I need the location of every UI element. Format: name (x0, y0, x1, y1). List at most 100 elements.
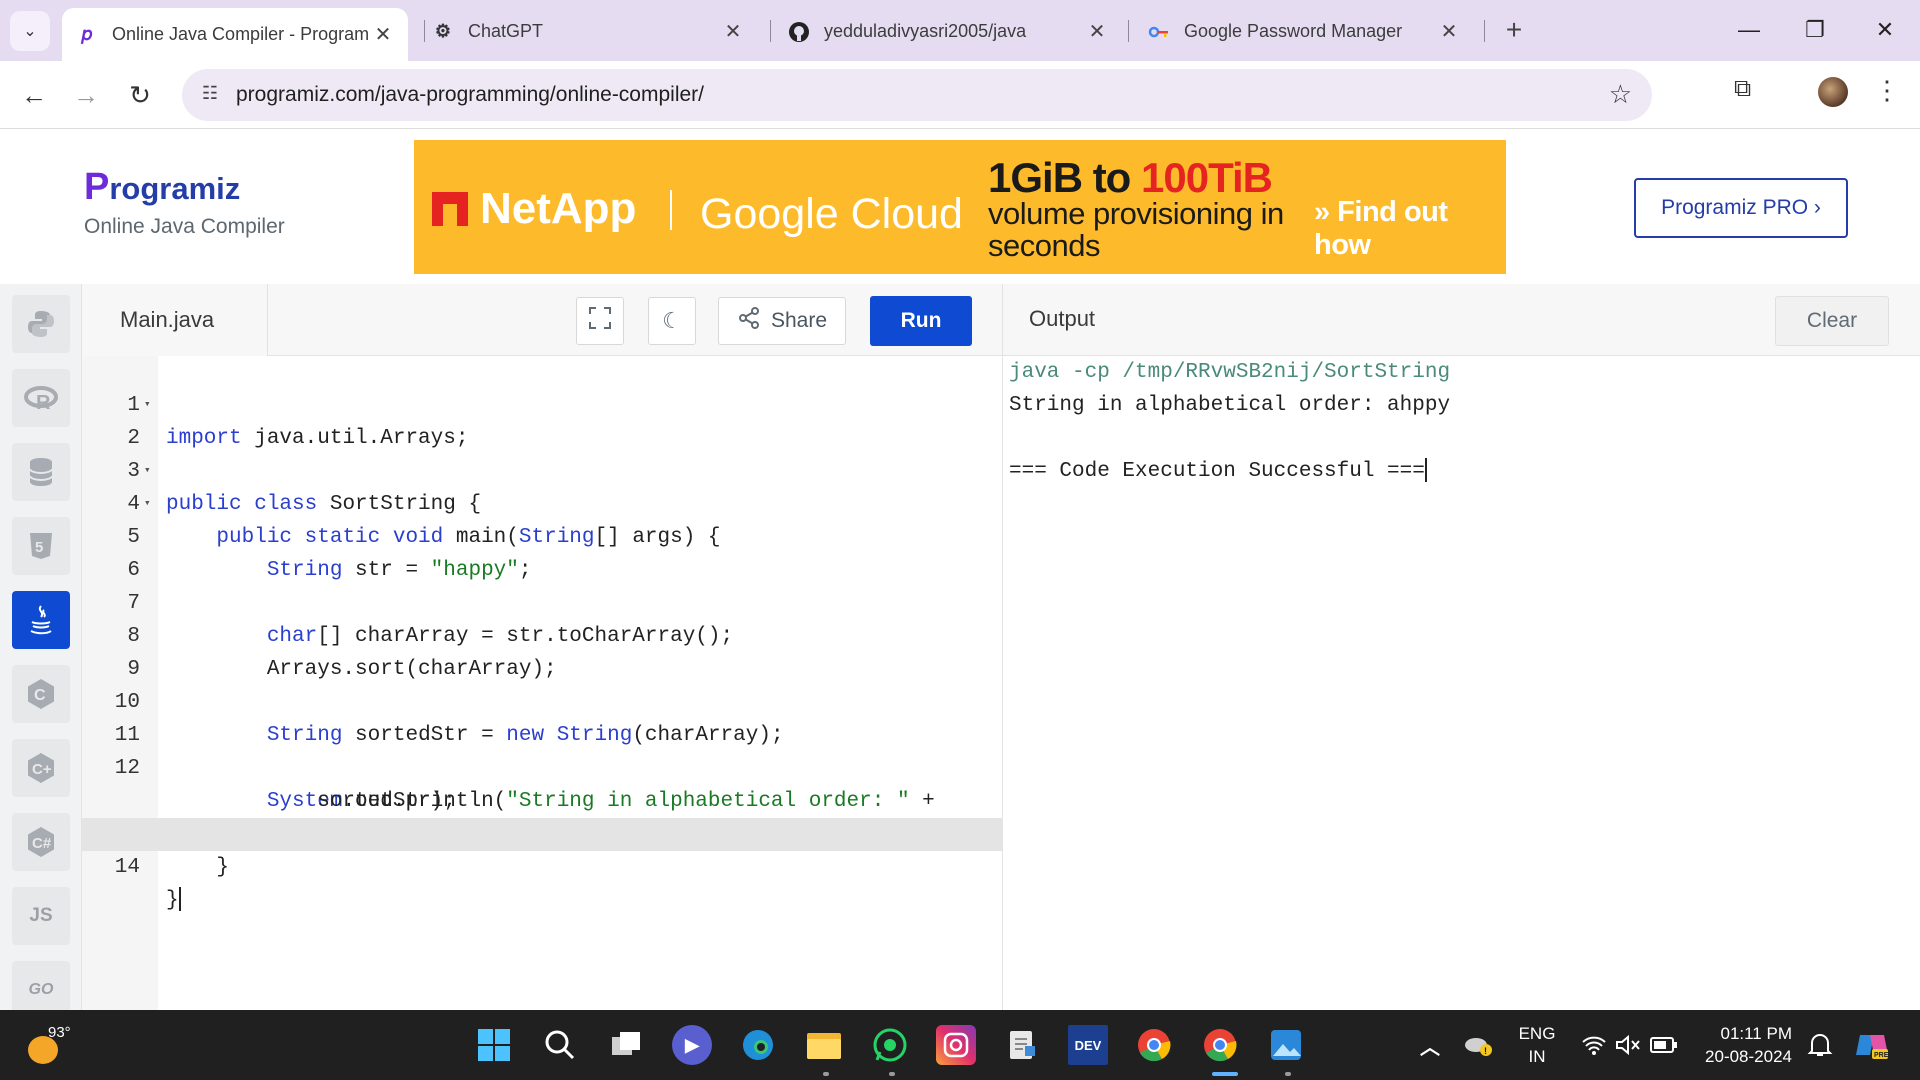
file-tab-main-java[interactable]: Main.java (82, 284, 268, 356)
code-text: } (166, 856, 230, 879)
html-lang-icon[interactable]: 5 (12, 517, 70, 575)
code-line-current[interactable]: 14 } (82, 818, 1002, 912)
instagram-icon[interactable] (936, 1025, 976, 1065)
language-code: ENG (1518, 1024, 1556, 1043)
clock-time: 01:11 PM (1720, 1024, 1792, 1043)
search-icon[interactable] (540, 1025, 580, 1065)
close-window-button[interactable]: ✕ (1862, 12, 1908, 48)
sql-lang-icon[interactable] (12, 443, 70, 501)
forward-button[interactable]: → (66, 75, 106, 115)
status-text: === Code Execution Successful === (1009, 460, 1425, 483)
text-cursor (1424, 458, 1427, 483)
file-explorer-icon[interactable] (804, 1025, 844, 1065)
site-settings-icon[interactable]: ☷ (198, 83, 222, 107)
input-language-indicator[interactable]: ENG IN (1512, 1022, 1562, 1068)
python-lang-icon[interactable] (12, 295, 70, 353)
back-button[interactable]: ← (14, 75, 54, 115)
code-text: } (166, 887, 181, 912)
code-line[interactable]: 10 String sortedStr = new String(charArr… (82, 653, 1002, 747)
compiler-subtitle: Online Java Compiler (84, 215, 285, 238)
close-icon[interactable]: ✕ (372, 22, 394, 47)
dark-mode-button[interactable]: ☾ (648, 297, 696, 345)
system-clock[interactable]: 01:11 PM 20-08-2024 (1692, 1022, 1792, 1068)
java-lang-icon[interactable] (12, 591, 70, 649)
bookmark-star-icon[interactable]: ☆ (1609, 79, 1632, 110)
clear-button[interactable]: Clear (1775, 296, 1889, 346)
region-code: IN (1528, 1047, 1546, 1066)
run-button[interactable]: Run (870, 296, 972, 346)
task-view-icon[interactable] (606, 1025, 646, 1065)
code-line[interactable]: 1 ▾ import java.util.Arrays; (82, 356, 1002, 450)
new-tab-button[interactable]: + (1496, 12, 1532, 48)
code-line[interactable]: 12 System.out.println("String in alphabe… (82, 719, 1002, 813)
close-icon[interactable]: ✕ (1086, 19, 1108, 44)
restore-button[interactable]: ❐ (1792, 12, 1838, 48)
chrome-icon[interactable] (1200, 1025, 1240, 1065)
r-lang-icon[interactable]: R (12, 369, 70, 427)
extensions-icon[interactable]: ⧉ (1734, 75, 1751, 103)
notification-icon[interactable] (1800, 1025, 1840, 1065)
chevron-up-icon[interactable]: ︿ (1410, 1025, 1450, 1065)
tab-divider (770, 20, 771, 42)
c-lang-icon[interactable]: C (12, 665, 70, 723)
clock-date: 20-08-2024 (1705, 1047, 1792, 1066)
speaker-muted-icon[interactable] (1608, 1025, 1648, 1065)
code-line[interactable]: 13 } (82, 785, 1002, 879)
menu-kebab-icon[interactable]: ⋮ (1874, 75, 1900, 106)
tab-search-button[interactable]: ⌄ (10, 11, 50, 51)
copilot-icon[interactable]: PRE (1852, 1025, 1892, 1065)
edge-icon[interactable] (738, 1025, 778, 1065)
code-editor[interactable]: 1 ▾ import java.util.Arrays; 2 3 ▾ public … (82, 356, 1002, 1010)
windows-start-icon[interactable] (474, 1025, 514, 1065)
profile-avatar[interactable] (1818, 77, 1848, 107)
ad-brand-google-cloud: Google Cloud (700, 190, 963, 238)
output-console[interactable]: java -cp /tmp/RRvwSB2nij/SortString Stri… (1002, 356, 1920, 1010)
tab-divider (1128, 20, 1129, 42)
battery-icon[interactable] (1644, 1025, 1684, 1065)
url-text[interactable]: programiz.com/java-programming/online-co… (236, 83, 704, 107)
fullscreen-button[interactable] (576, 297, 624, 345)
code-line[interactable]: 6 (82, 521, 1002, 582)
ad-cta-link[interactable]: » Find out how (1314, 196, 1506, 262)
programiz-logo[interactable]: Programiz (84, 166, 285, 209)
code-line[interactable]: 9 (82, 620, 1002, 681)
weather-widget[interactable]: 93° (26, 1022, 76, 1068)
tab-programiz[interactable]: 𝘱 Online Java Compiler - Program ✕ (62, 8, 408, 61)
output-command-line: java -cp /tmp/RRvwSB2nij/SortString (1009, 361, 1451, 384)
programiz-brand[interactable]: Programiz Online Java Compiler (84, 166, 285, 239)
devcpp-icon[interactable]: DEV (1068, 1025, 1108, 1065)
csharp-lang-icon[interactable]: C# (12, 813, 70, 871)
key-icon (1148, 21, 1170, 43)
onedrive-icon[interactable]: ! (1458, 1025, 1498, 1065)
tab-password-manager[interactable]: Google Password Manager ✕ (1134, 8, 1474, 55)
minimize-button[interactable]: — (1726, 12, 1772, 48)
svg-text:5: 5 (35, 539, 43, 556)
javascript-lang-icon[interactable]: JS (12, 887, 70, 945)
cpp-lang-icon[interactable]: C+ (12, 739, 70, 797)
code-line[interactable]: 11 (82, 686, 1002, 747)
code-line[interactable]: 5 String str = "happy"; (82, 488, 1002, 582)
active-indicator (1212, 1072, 1238, 1076)
reload-button[interactable]: ↻ (120, 75, 160, 115)
tab-chatgpt[interactable]: ⚙ ChatGPT ✕ (418, 8, 758, 55)
chrome-dev-icon[interactable] (1134, 1025, 1174, 1065)
teams-chat-icon[interactable]: ▶ (672, 1025, 712, 1065)
share-button[interactable]: Share (718, 297, 846, 345)
close-icon[interactable]: ✕ (722, 19, 744, 44)
code-line[interactable]: 3 ▾ public class SortString { (82, 422, 1002, 516)
code-line-wrapped[interactable]: sortedStr); (82, 752, 1002, 813)
whatsapp-icon[interactable] (870, 1025, 910, 1065)
notepad-icon[interactable] (1002, 1025, 1042, 1065)
code-line[interactable]: 2 (82, 389, 1002, 450)
advertisement-banner[interactable]: NetApp Google Cloud 1GiB to 100TiB volum… (414, 140, 1506, 274)
close-icon[interactable]: ✕ (1438, 19, 1460, 44)
photos-icon[interactable] (1266, 1025, 1306, 1065)
code-line[interactable]: 8 Arrays.sort(charArray); (82, 587, 1002, 681)
output-title: Output (1029, 306, 1096, 331)
tab-github[interactable]: yedduladivyasri2005/java ✕ (774, 8, 1122, 55)
code-line[interactable]: 7 char[] charArray = str.toCharArray(); (82, 554, 1002, 648)
address-bar[interactable]: ☷ programiz.com/java-programming/online-… (182, 69, 1652, 121)
tab-title: yedduladivyasri2005/java (824, 21, 1027, 41)
programiz-pro-button[interactable]: Programiz PRO › (1634, 178, 1848, 238)
code-line[interactable]: 4 ▾ public static void main(String[] args… (82, 455, 1002, 549)
